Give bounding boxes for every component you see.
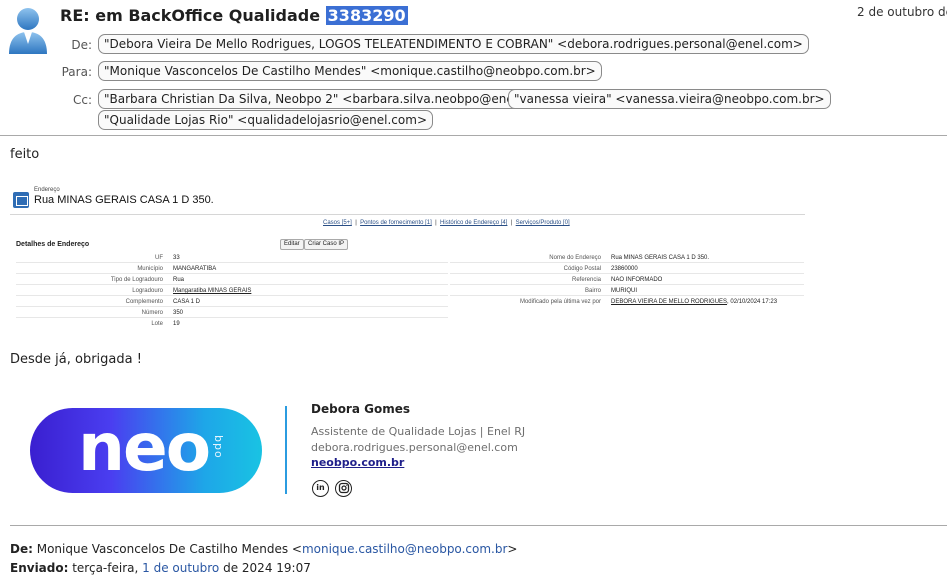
instagram-icon[interactable]: [335, 480, 352, 497]
detail-row: Modificado pela última vez por DEBORA VIE…: [519, 299, 778, 305]
quoted-from-email-link[interactable]: monique.castilho@neobpo.com.br: [302, 542, 507, 556]
quoted-separator: [10, 525, 947, 526]
detail-row: UF 33: [16, 253, 448, 263]
modified-by-link[interactable]: DEBORA VIEIRA DE MELLO RODRIGUES: [611, 299, 727, 305]
cc-recipient-chip[interactable]: "Qualidade Lojas Rio" <qualidadelojasrio…: [98, 110, 433, 130]
from-label: De:: [71, 38, 92, 52]
signature-divider: [285, 406, 287, 494]
divider: [10, 214, 805, 215]
linkedin-icon[interactable]: in: [312, 480, 329, 497]
quoted-from: De: Monique Vasconcelos De Castilho Mend…: [10, 542, 518, 556]
neobpo-logo: neo bpo: [30, 408, 262, 493]
body-closing: Desde já, obrigada !: [10, 352, 142, 367]
email-subject: RE: em BackOffice Qualidade 3383290: [60, 6, 408, 25]
user-avatar-icon: [9, 8, 47, 54]
signature-name: Debora Gomes: [311, 402, 411, 416]
address-record-icon: [13, 192, 29, 208]
to-label: Para:: [61, 65, 92, 79]
edit-button[interactable]: Editar: [280, 239, 304, 250]
detail-row: Número 350: [16, 308, 448, 318]
detail-row: Complemento CASA 1 D: [16, 297, 448, 307]
cc-recipient-chip[interactable]: "Barbara Christian Da Silva, Neobpo 2" <…: [98, 89, 563, 109]
detail-row: Município MANGARATIBA: [16, 264, 448, 274]
detail-row: Bairro MURIQUI: [450, 286, 804, 296]
detail-row: Referencia NAO INFORMADO: [450, 275, 804, 285]
subject-text: RE: em BackOffice Qualidade: [60, 6, 326, 25]
detail-row: Código Postal 23860000: [450, 264, 804, 274]
related-link-cases[interactable]: Casos [5+]: [323, 220, 352, 226]
record-address-title: Rua MINAS GERAIS CASA 1 D 350.: [34, 194, 214, 206]
detail-row: Lote 19: [151, 321, 180, 327]
related-link-supply-points[interactable]: Pontos de fornecimento [1]: [360, 220, 432, 226]
related-link-address-history[interactable]: Histórico de Endereço [4]: [440, 220, 507, 226]
signature-email: debora.rodrigues.personal@enel.com: [311, 441, 518, 454]
message-header: RE: em BackOffice Qualidade 3383290 2 de…: [0, 0, 947, 136]
signature-role: Assistente de Qualidade Lojas | Enel RJ: [311, 425, 526, 438]
to-recipient-chip[interactable]: "Monique Vasconcelos De Castilho Mendes"…: [98, 61, 602, 81]
email-date: 2 de outubro de: [857, 5, 947, 19]
embedded-screenshot: Endereço Rua MINAS GERAIS CASA 1 D 350. …: [10, 186, 805, 334]
subject-highlight: 3383290: [325, 6, 408, 25]
record-caption: Endereço: [34, 187, 60, 193]
detail-row: Nome do Endereço Rua MINAS GERAIS CASA 1 …: [450, 253, 804, 263]
from-recipient-chip[interactable]: "Debora Vieira De Mello Rodrigues, LOGOS…: [98, 34, 809, 54]
detail-row: Logradouro Mangaratiba MINAS GERAIS: [16, 286, 448, 296]
logo-sub: bpo: [212, 435, 225, 459]
quoted-sent-date-link[interactable]: 1 de outubro: [142, 561, 219, 575]
detail-row: Tipo de Logradouro Rua: [16, 275, 448, 285]
related-links: Casos [5+] | Pontos de fornecimento [1] …: [323, 220, 570, 226]
section-title: Detalhes de Endereço: [16, 241, 90, 248]
cc-label: Cc:: [72, 93, 92, 107]
body-greeting: feito: [10, 147, 40, 162]
related-link-services[interactable]: Serviços/Produto [0]: [516, 220, 570, 226]
logo-wordmark: neo: [78, 409, 211, 486]
signature-website-link[interactable]: neobpo.com.br: [311, 456, 404, 469]
quoted-sent: Enviado: terça-feira, 1 de outubro de 20…: [10, 561, 311, 575]
create-case-button[interactable]: Criar Caso IP: [304, 239, 349, 250]
cc-recipient-chip[interactable]: "vanessa vieira" <vanessa.vieira@neobpo.…: [508, 89, 831, 109]
